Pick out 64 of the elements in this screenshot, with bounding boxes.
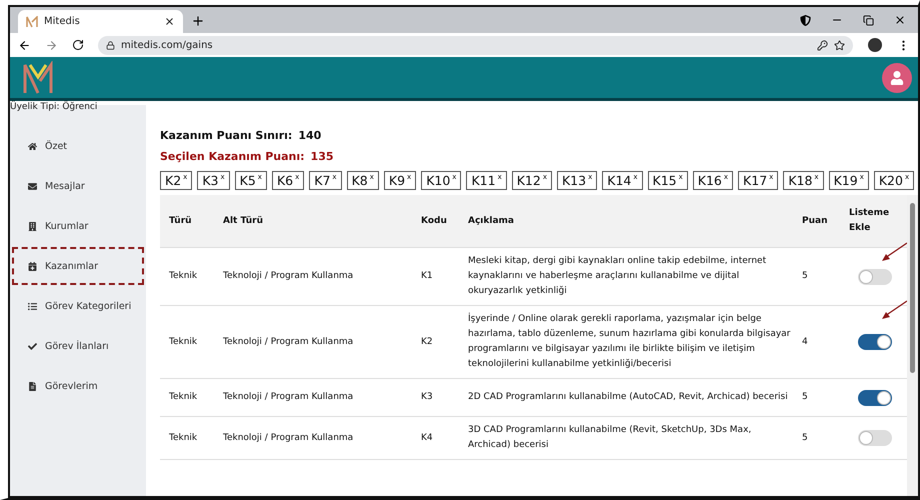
- toggle-switch[interactable]: [858, 268, 892, 284]
- table-cell-text: K2: [420, 336, 434, 348]
- sidebar-item[interactable]: Mesajlar: [12, 167, 144, 205]
- menu-item-icon: [28, 222, 37, 230]
- column-header: Türü: [168, 214, 193, 228]
- table-cell-text: Teknik: [168, 270, 198, 283]
- sidebar-item[interactable]: Görev İlanları: [12, 327, 144, 365]
- table-cell-text: Teknoloji / Program Kullanma: [222, 432, 354, 444]
- table-cell-text: Teknoloji / Program Kullanma: [222, 336, 354, 348]
- column-header: Listeme Ekle: [848, 207, 890, 235]
- shield-icon[interactable]: [800, 14, 811, 26]
- restore-icon[interactable]: [863, 14, 874, 26]
- column-header: Puan: [801, 214, 828, 228]
- new-tab-icon[interactable]: [191, 14, 205, 28]
- browser-tab[interactable]: Mitedis: [18, 10, 183, 33]
- table-cell-text: İşyerinde / Online olarak gerekli raporlama, yazışmalar için belge hazırlama, tablo düzenleme, sunum hazırlama gibi konularda bilgisayar programlarını ve bilgisayar yazılımı ile birlikte bilişim ve iletişim teknolojilerini kullanabilme yetkinliği/becerisi: [467, 312, 792, 371]
- key-icon[interactable]: [817, 40, 828, 50]
- table-cell-text: Teknik: [168, 336, 198, 348]
- table-cell-text: K1: [420, 270, 434, 283]
- logo-icon: [26, 16, 38, 28]
- address-field[interactable]: mitedis.com/gains: [98, 36, 853, 54]
- table-cell-text: 5: [801, 391, 809, 404]
- reload-icon[interactable]: [72, 39, 84, 51]
- column-header: Kodu: [420, 214, 448, 228]
- table-cell-text: 5: [801, 270, 809, 283]
- logo-icon: [22, 60, 54, 94]
- table-cell-text: K3: [420, 391, 434, 404]
- table-cell-text: Teknik: [168, 391, 198, 404]
- column-header: Açıklama: [467, 214, 515, 228]
- forward-icon[interactable]: [45, 38, 58, 52]
- column-header: Alt Türü: [222, 214, 264, 228]
- close-icon[interactable]: [894, 14, 906, 26]
- table-cell-text: 3D CAD Programlarını kullanabilme (Revit, SketchUp, 3Ds Max, Archicad) becerisi: [467, 424, 752, 452]
- sidebar-item[interactable]: Görevlerim: [12, 367, 144, 405]
- selected-points: Seçilen Kazanım Puanı: 135: [160, 150, 335, 163]
- toggle-switch[interactable]: [858, 390, 892, 406]
- menu-item-icon: [28, 342, 37, 350]
- table-cell-text: Teknoloji / Program Kullanma: [222, 391, 354, 404]
- toggle-switch[interactable]: [858, 430, 892, 446]
- sidebar-item[interactable]: Görev Kategorileri: [12, 287, 144, 325]
- close-icon[interactable]: [164, 16, 175, 27]
- menu-item-icon: [28, 262, 37, 270]
- sidebar-item[interactable]: Özet: [12, 127, 144, 165]
- table-cell-text: Teknoloji / Program Kullanma: [222, 270, 354, 283]
- user-avatar[interactable]: [882, 62, 912, 92]
- table-cell-text: 5: [801, 432, 809, 444]
- star-icon[interactable]: [834, 40, 845, 50]
- points-limit: Kazanım Puanı Sınırı: 140: [160, 129, 322, 142]
- sidebar-item[interactable]: Kurumlar: [12, 207, 144, 245]
- membership-type: Üyelik Tipi: Öğrenci: [10, 102, 98, 112]
- menu-item-icon: [28, 382, 37, 390]
- sidebar-item[interactable]: Kazanımlar: [12, 247, 144, 285]
- menu-item-icon: [28, 302, 37, 310]
- table-cell-text: 4: [801, 336, 809, 348]
- table-cell-text: Teknik: [168, 432, 198, 444]
- table-cell-text: K4: [420, 432, 434, 444]
- profile-icon[interactable]: [867, 37, 883, 53]
- table-cell-text: Mesleki kitap, dergi gibi kaynakları online takip edebilme, internet kaynaklarını ve haberleşme araçlarını kullanabilme ve dijital okuryazarlık yetkinliği: [467, 255, 768, 298]
- table-cell-text: 2D CAD Programlarını kullanabilme (AutoCAD, Revit, Archicad) becerisi: [467, 391, 789, 404]
- back-icon[interactable]: [18, 38, 31, 52]
- menu-item-icon: [28, 142, 37, 150]
- lock-icon: [106, 40, 115, 50]
- toggle-switch[interactable]: [858, 334, 892, 350]
- menu-item-icon: [28, 182, 37, 190]
